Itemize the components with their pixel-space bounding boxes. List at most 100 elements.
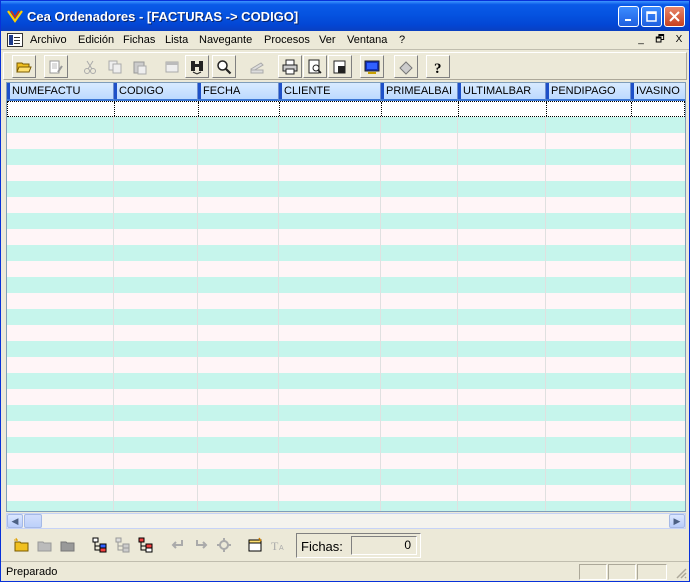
redo-button[interactable] [190,534,212,556]
horizontal-scrollbar[interactable]: ◀ ▶ [6,513,686,529]
note-icon [248,537,262,552]
table-row[interactable] [7,213,685,229]
menu-fichas[interactable]: Fichas [123,34,155,46]
print-button[interactable] [278,55,302,78]
table-cell[interactable] [459,102,547,116]
table-row[interactable] [7,197,685,213]
table-row[interactable] [7,485,685,501]
table-row[interactable] [7,469,685,485]
menu-procesos[interactable]: Procesos [264,34,310,46]
minimize-button[interactable] [618,6,639,27]
grid-header: NUMEFACTU CODIGO FECHA CLIENTE PRIMEALBA… [7,83,685,101]
column-header-ivasino[interactable]: IVASINO [631,83,685,101]
column-header-cliente[interactable]: CLIENTE [279,83,381,101]
find-button[interactable] [185,55,209,78]
table-row[interactable] [7,165,685,181]
mdi-minimize-button[interactable]: _ [633,33,649,47]
table-cell[interactable] [547,102,632,116]
table-row[interactable] [7,405,685,421]
print-setup-button[interactable] [328,55,352,78]
edit-button[interactable] [44,55,68,78]
scanner-button[interactable] [245,55,269,78]
table-row[interactable] [7,453,685,469]
table-row[interactable] [7,421,685,437]
settings-button[interactable] [213,534,235,556]
close-button[interactable] [664,6,685,27]
text-button[interactable]: TA [267,534,289,556]
menu-lista[interactable]: Lista [165,34,188,46]
table-row[interactable] [7,117,685,133]
table-row[interactable] [7,293,685,309]
column-divider [113,101,114,511]
print-preview-icon [308,59,322,74]
scroll-thumb[interactable] [24,514,42,528]
monitor-button[interactable] [360,55,384,78]
table-row[interactable] [7,133,685,149]
mdi-close-button[interactable]: X [671,33,687,47]
column-header-fecha[interactable]: FECHA [198,83,279,101]
help-button[interactable]: ? [426,55,450,78]
table-row[interactable] [7,325,685,341]
scroll-left-button[interactable]: ◀ [7,514,23,528]
folder-dark-button[interactable] [57,534,79,556]
table-row[interactable] [7,277,685,293]
copy-button[interactable] [103,55,127,78]
table-cell[interactable] [115,102,199,116]
mdi-restore-button[interactable]: 🗗 [652,33,668,47]
column-header-codigo[interactable]: CODIGO [114,83,198,101]
menu-archivo[interactable]: Archivo [30,34,67,46]
table-cell[interactable] [199,102,280,116]
resize-grip-icon[interactable] [675,567,687,579]
maximize-button[interactable] [641,6,662,27]
app-logo-icon [7,10,23,23]
open-button[interactable] [12,55,36,78]
print-preview-button[interactable] [303,55,327,78]
column-divider [278,101,279,511]
table-cell[interactable] [8,102,115,116]
tree-add-button[interactable] [89,534,111,556]
column-header-primealbai[interactable]: PRIMEALBAI [381,83,458,101]
data-grid[interactable]: NUMEFACTU CODIGO FECHA CLIENTE PRIMEALBA… [6,82,686,512]
menu-help[interactable]: ? [399,34,405,46]
undo-icon [171,540,183,549]
eraser-button[interactable] [394,55,418,78]
column-header-ultimalbar[interactable]: ULTIMALBAR [458,83,546,101]
menu-ventana[interactable]: Ventana [347,34,387,46]
document-icon[interactable] [7,33,23,47]
table-cell[interactable] [280,102,382,116]
table-cell[interactable] [382,102,459,116]
table-row[interactable] [7,357,685,373]
table-row[interactable] [7,373,685,389]
table-row[interactable] [7,309,685,325]
table-row[interactable] [7,181,685,197]
zoom-button[interactable] [212,55,236,78]
table-row[interactable] [7,245,685,261]
selected-row[interactable] [7,101,685,117]
scroll-right-button[interactable]: ▶ [669,514,685,528]
tree-button[interactable] [112,534,134,556]
table-row[interactable] [7,229,685,245]
copy-icon [108,60,122,73]
menu-navegante[interactable]: Navegante [199,34,252,46]
folder-button[interactable] [34,534,56,556]
note-button[interactable] [244,534,266,556]
menu-ver[interactable]: Ver [319,34,336,46]
new-folder-button[interactable] [11,534,33,556]
table-row[interactable] [7,149,685,165]
cut-button[interactable] [78,55,102,78]
folder-dark-icon [60,541,75,552]
column-header-pendipago[interactable]: PENDIPAGO [546,83,631,101]
table-row[interactable] [7,501,685,511]
table-row[interactable] [7,341,685,357]
table-row[interactable] [7,437,685,453]
eraser-icon [399,60,413,75]
tree-remove-button[interactable] [135,534,157,556]
table-row[interactable] [7,389,685,405]
column-header-numefactu[interactable]: NUMEFACTU [7,83,114,101]
table-row[interactable] [7,261,685,277]
title-bar[interactable]: Cea Ordenadores - [FACTURAS -> CODIGO] [1,1,689,31]
menu-edicion[interactable]: Edición [78,34,114,46]
undo-button[interactable] [167,534,189,556]
paste-button[interactable] [128,55,152,78]
window-button[interactable] [160,55,184,78]
